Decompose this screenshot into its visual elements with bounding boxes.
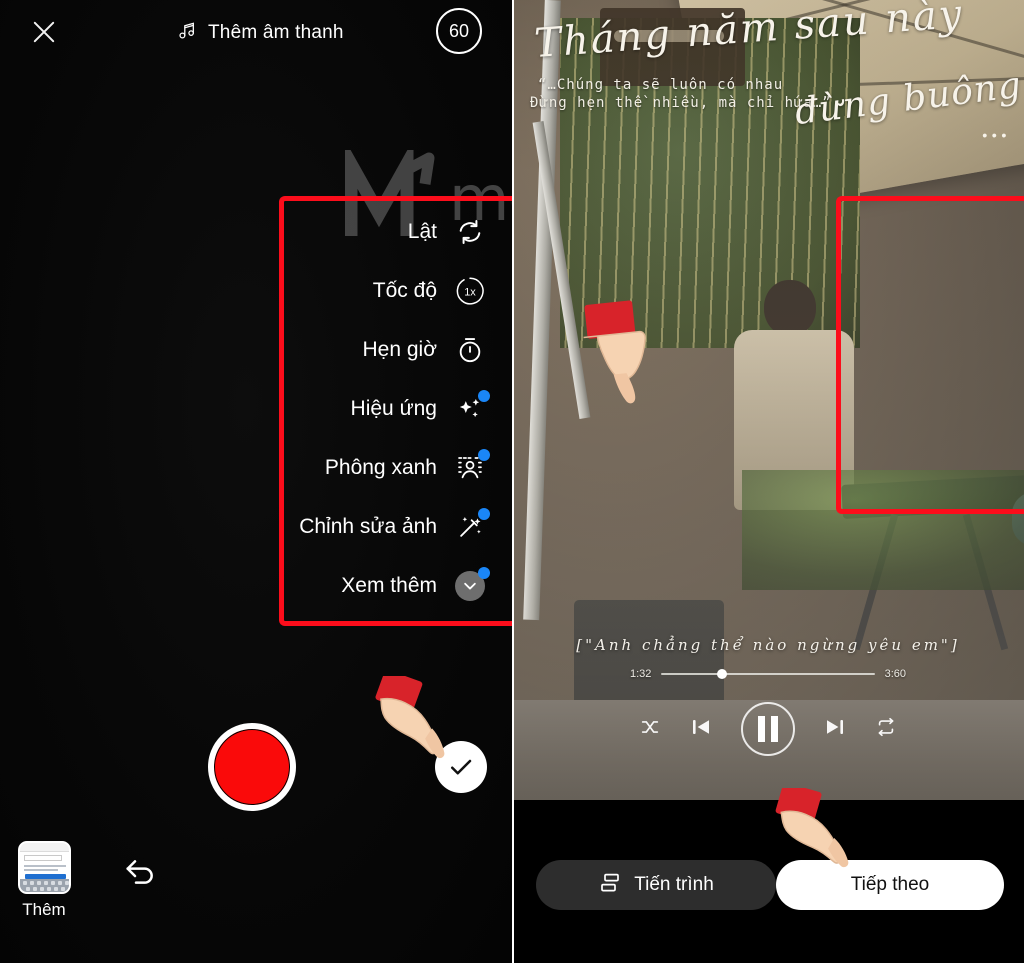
check-icon[interactable] bbox=[435, 741, 487, 793]
progress-label: Tiến trình bbox=[634, 874, 714, 895]
music-note-icon bbox=[176, 19, 198, 46]
next-label: Tiếp theo bbox=[850, 874, 930, 895]
tool-flip-label: Lật bbox=[407, 219, 437, 243]
tool-flip[interactable]: Lật bbox=[285, 202, 511, 261]
sparkles-icon bbox=[455, 389, 490, 424]
tool-timer-label: Hẹn giờ bbox=[362, 337, 437, 361]
music-player-overlay: ["Anh chẳng thể nào ngừng yêu em"] 1:32 … bbox=[512, 636, 1024, 756]
speed-1x-icon: 1x bbox=[455, 276, 485, 306]
overlay-quote: “…Chúng ta sẽ luôn có nhau Đừng hẹn thề … bbox=[530, 76, 832, 112]
video-editor-screen: mope Tháng năm sau này “…Chúng ta sẽ luô… bbox=[512, 0, 1024, 963]
camera-capture-screen: Thêm âm thanh 60 mope Lật bbox=[0, 0, 512, 963]
previous-track-icon[interactable] bbox=[689, 715, 713, 744]
timer-icon bbox=[455, 335, 485, 365]
tool-photo-edit[interactable]: Chỉnh sửa ảnh bbox=[285, 497, 511, 556]
new-feature-badge bbox=[478, 507, 490, 520]
gallery-label: Thêm bbox=[22, 900, 66, 919]
pause-icon[interactable] bbox=[741, 702, 795, 756]
duration-value: 60 bbox=[448, 20, 470, 41]
chevron-down-icon bbox=[455, 566, 490, 601]
repeat-icon[interactable] bbox=[875, 716, 897, 743]
player-controls bbox=[512, 702, 1024, 756]
next-button[interactable]: Tiếp theo bbox=[776, 860, 1004, 910]
seek-handle[interactable] bbox=[716, 669, 727, 679]
tool-green-screen[interactable]: Phông xanh bbox=[285, 438, 511, 497]
next-track-icon[interactable] bbox=[823, 715, 847, 744]
tool-speed[interactable]: Tốc độ 1x bbox=[285, 261, 511, 320]
capture-bottom-bar: Thêm bbox=[0, 763, 512, 963]
total-time: 3:60 bbox=[884, 668, 906, 680]
overlay-quote-line-2: Đừng hẹn thề nhiều, mà chỉ hứa…” bbox=[530, 95, 832, 111]
capture-tool-menu: Lật Tốc độ 1x Hẹn giờ Hiệu ứng Phông xan… bbox=[285, 202, 511, 615]
screenshot-stage: Thêm âm thanh 60 mope Lật bbox=[0, 0, 1024, 963]
magic-wand-icon bbox=[455, 507, 490, 542]
shuffle-icon[interactable] bbox=[639, 716, 661, 743]
add-sound-button[interactable]: Thêm âm thanh bbox=[166, 16, 354, 49]
progress-button[interactable]: Tiến trình bbox=[536, 860, 776, 910]
capture-top-bar: Thêm âm thanh 60 bbox=[0, 0, 512, 62]
gallery-picker[interactable]: Thêm bbox=[16, 841, 72, 920]
gallery-thumbnail bbox=[17, 841, 71, 894]
panel-divider bbox=[512, 0, 514, 963]
new-feature-badge bbox=[478, 389, 490, 402]
add-sound-label: Thêm âm thanh bbox=[208, 21, 344, 43]
overlay-script-trailing: ... bbox=[980, 110, 1009, 145]
new-feature-badge bbox=[478, 566, 490, 579]
lyric-text: ["Anh chẳng thể nào ngừng yêu em"] bbox=[576, 636, 960, 654]
overlay-quote-line-1: “…Chúng ta sẽ luôn có nhau bbox=[538, 77, 784, 93]
tool-effects[interactable]: Hiệu ứng bbox=[285, 379, 511, 438]
green-screen-icon bbox=[455, 448, 490, 483]
tool-photo-edit-label: Chỉnh sửa ảnh bbox=[299, 514, 437, 538]
layers-icon bbox=[598, 871, 622, 900]
tool-effects-label: Hiệu ứng bbox=[350, 396, 437, 420]
tool-see-more-label: Xem thêm bbox=[341, 573, 437, 597]
flip-camera-icon bbox=[455, 217, 485, 247]
tool-timer[interactable]: Hẹn giờ bbox=[285, 320, 511, 379]
seek-bar-row: 1:32 3:60 bbox=[512, 654, 1024, 680]
editor-bottom-bar: Tiến trình Tiếp theo bbox=[512, 800, 1024, 963]
undo-icon[interactable] bbox=[120, 851, 160, 891]
duration-selector[interactable]: 60 bbox=[436, 8, 482, 54]
close-icon[interactable] bbox=[30, 18, 58, 46]
tool-speed-label: Tốc độ bbox=[372, 278, 437, 302]
new-feature-badge bbox=[478, 448, 490, 461]
tool-green-screen-label: Phông xanh bbox=[324, 455, 437, 479]
tool-see-more[interactable]: Xem thêm bbox=[285, 556, 511, 615]
svg-text:1x: 1x bbox=[464, 286, 476, 298]
seek-bar[interactable] bbox=[661, 669, 875, 679]
current-time: 1:32 bbox=[630, 668, 652, 680]
